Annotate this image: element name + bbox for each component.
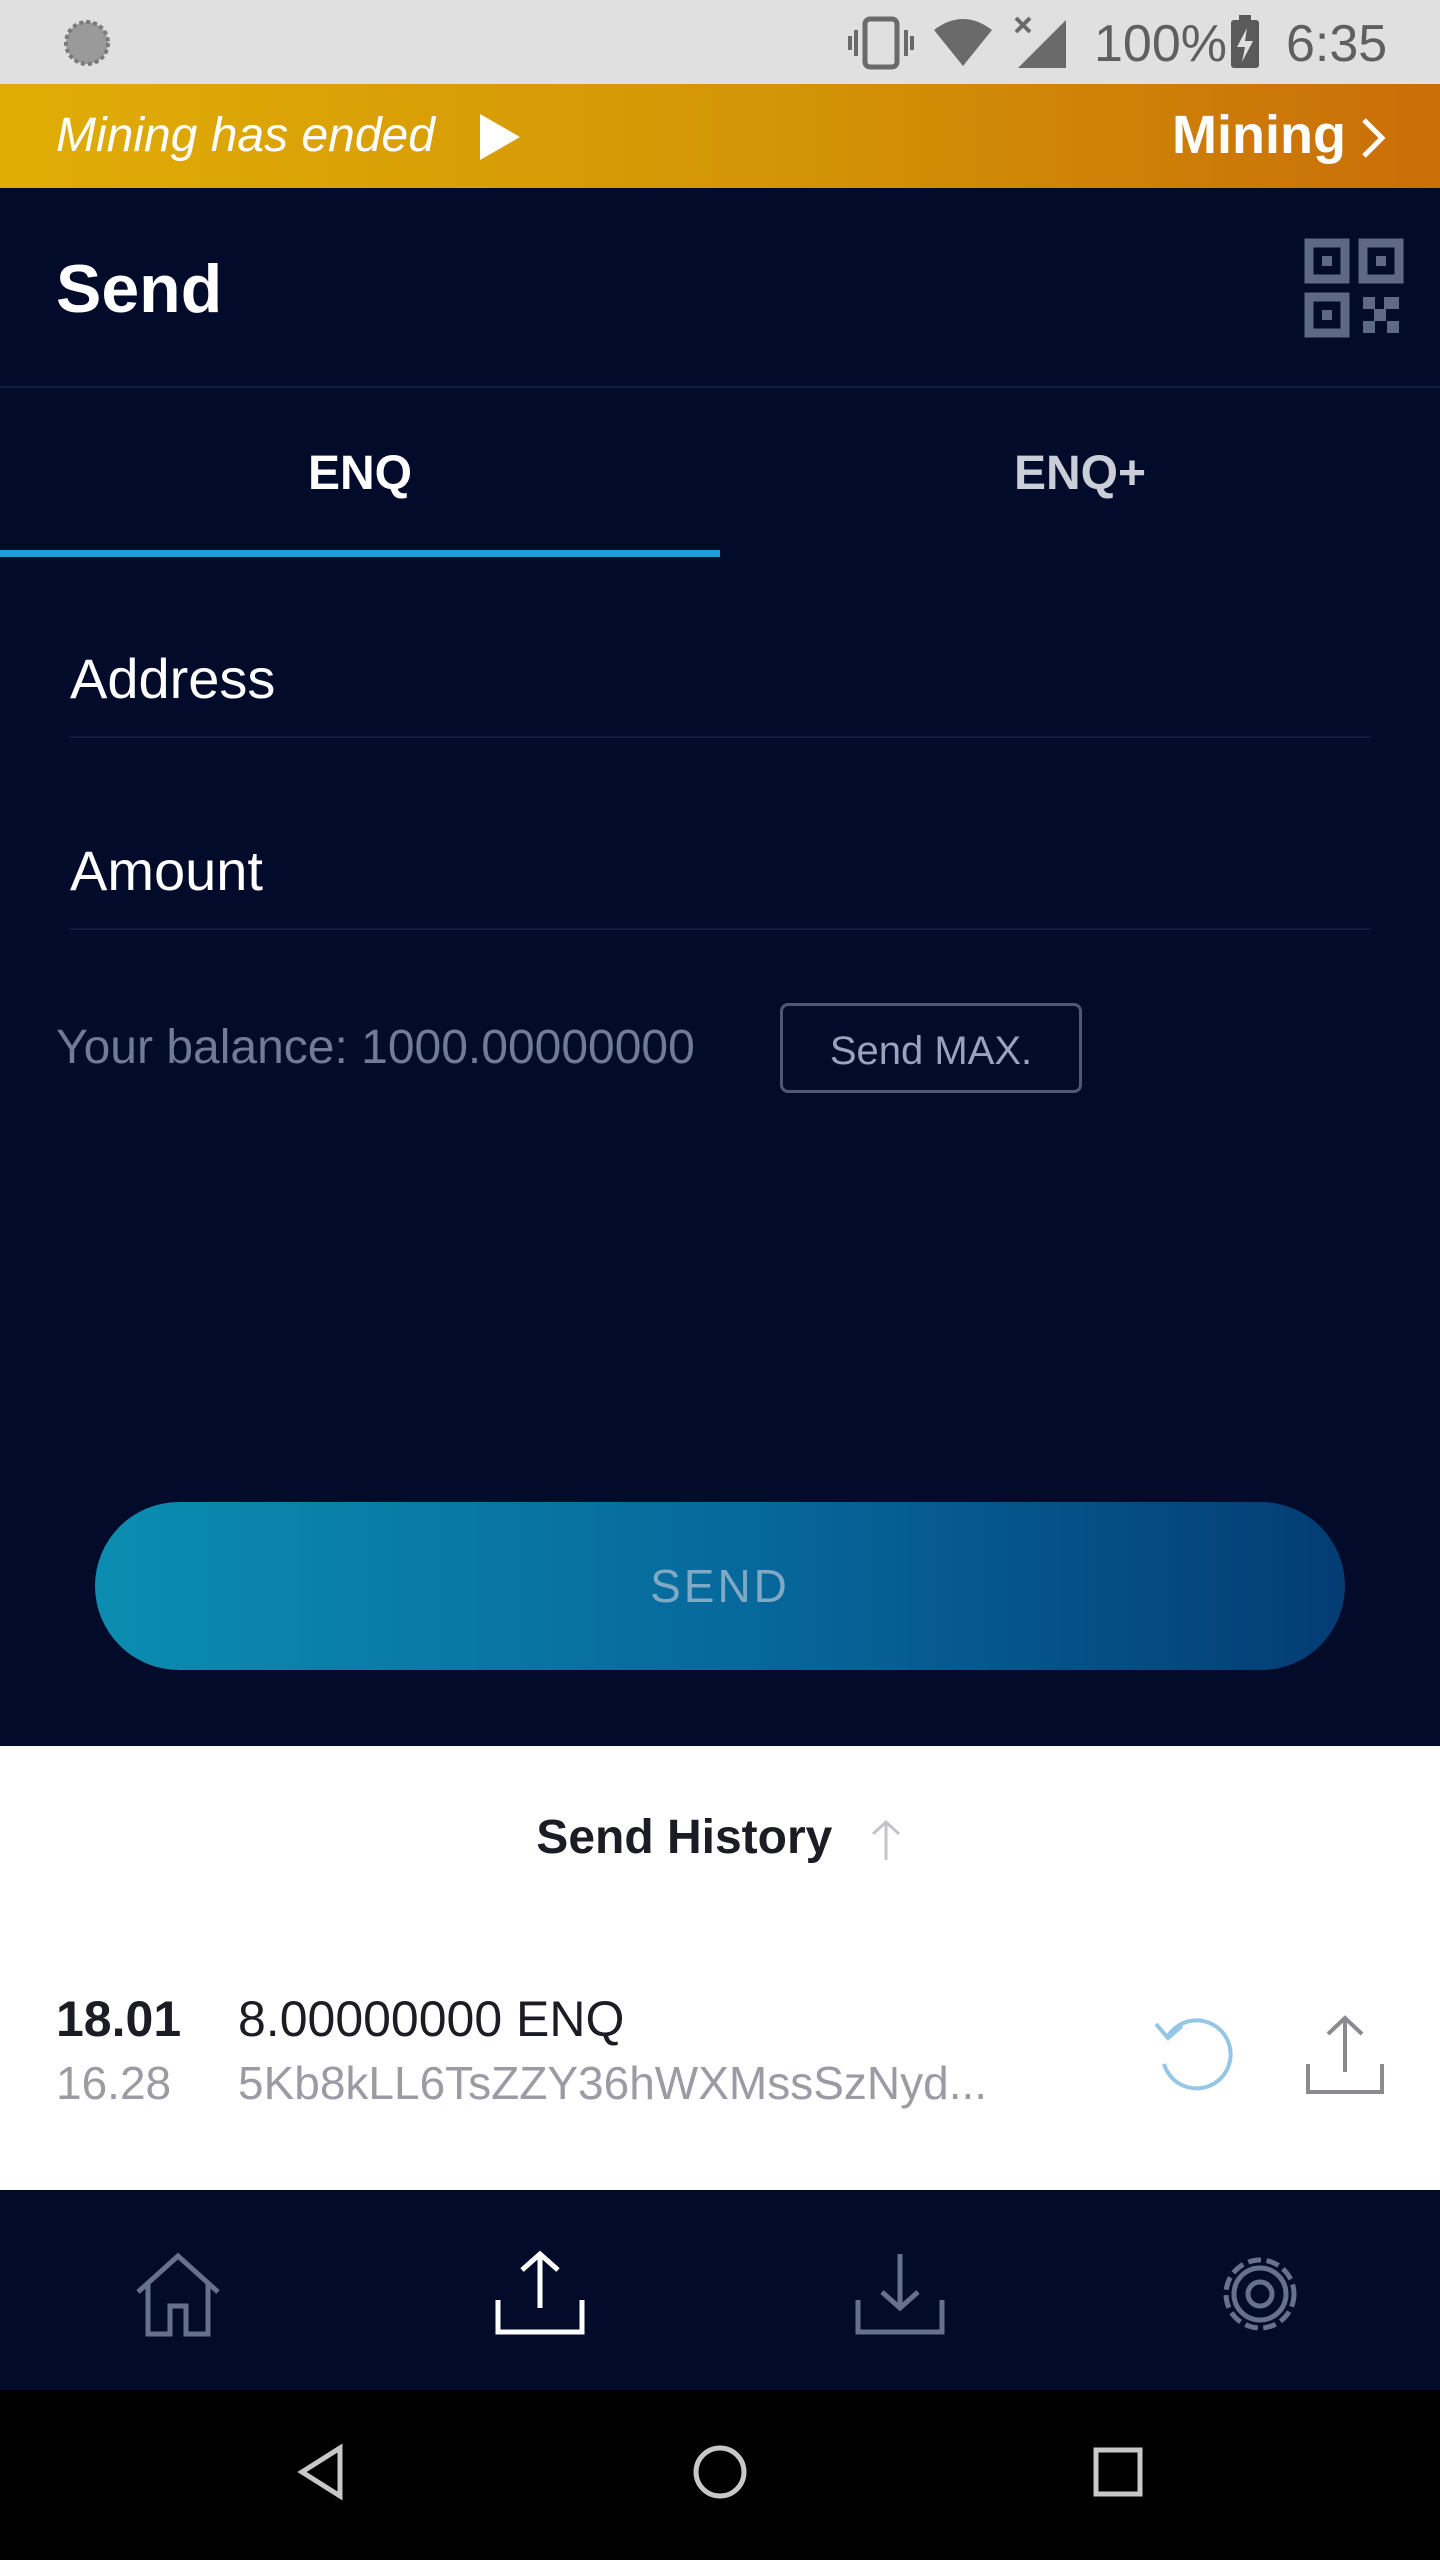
wifi-icon [934, 19, 992, 66]
mining-status-text: Mining has ended [56, 109, 435, 162]
upload-icon[interactable] [1300, 2010, 1390, 2100]
balance-text: Your balance: 1000.00000000 [56, 1021, 695, 1074]
history-item[interactable]: 18.01 16.28 8.00000000 ENQ 5Kb8kLL6TsZZY… [0, 1990, 1440, 2140]
send-history-header[interactable]: Send History [0, 1810, 1440, 1865]
amount-placeholder: Amount [70, 839, 263, 902]
send-history-panel: Send History 18.01 16.28 8.00000000 ENQ … [0, 1746, 1440, 2190]
repeat-icon[interactable] [1152, 2014, 1236, 2098]
mining-link[interactable]: Mining [1172, 104, 1346, 166]
app-header: Send [0, 188, 1440, 388]
address-field[interactable]: Address [70, 626, 1370, 738]
tab-enq-plus[interactable]: ENQ+ [720, 388, 1440, 556]
active-tab-indicator [0, 550, 720, 557]
home-circle-icon[interactable] [690, 2442, 750, 2502]
amount-field[interactable]: Amount [70, 818, 1370, 930]
back-icon[interactable] [294, 2442, 346, 2502]
chevron-right-icon[interactable] [1358, 116, 1388, 160]
history-amount: 8.00000000 ENQ [238, 1991, 625, 2047]
status-bar: 100% 6:35 [0, 0, 1440, 84]
home-icon[interactable] [130, 2250, 226, 2338]
send-history-title: Send History [536, 1811, 833, 1864]
cellular-icon [1014, 16, 1066, 68]
send-max-button[interactable]: Send MAX. [780, 1003, 1082, 1093]
recents-icon[interactable] [1090, 2444, 1146, 2500]
page-title: Send [56, 251, 223, 327]
send-nav-icon[interactable] [492, 2248, 588, 2338]
play-icon[interactable] [478, 112, 522, 162]
history-time: 16.28 [56, 2057, 172, 2109]
mining-banner[interactable]: Mining has ended Mining [0, 84, 1440, 188]
battery-charging-icon [1231, 15, 1259, 68]
address-placeholder: Address [70, 647, 276, 710]
history-address: 5Kb8kLL6TsZZY36hWXMssSzNyd... [238, 2057, 988, 2109]
clock: 6:35 [1286, 15, 1388, 73]
qr-code-icon[interactable] [1304, 238, 1404, 338]
loading-icon [64, 20, 110, 66]
system-navigation-bar [0, 2390, 1440, 2560]
battery-percent: 100% [1094, 15, 1227, 73]
history-date: 18.01 [56, 1991, 182, 2047]
arrow-up-icon[interactable] [868, 1818, 904, 1862]
bottom-navigation [0, 2190, 1440, 2390]
send-button[interactable]: SEND [95, 1502, 1345, 1670]
settings-gear-icon[interactable] [1212, 2246, 1308, 2342]
tab-enq[interactable]: ENQ [0, 388, 720, 556]
vibrate-icon [848, 16, 914, 70]
receive-nav-icon[interactable] [852, 2248, 948, 2338]
